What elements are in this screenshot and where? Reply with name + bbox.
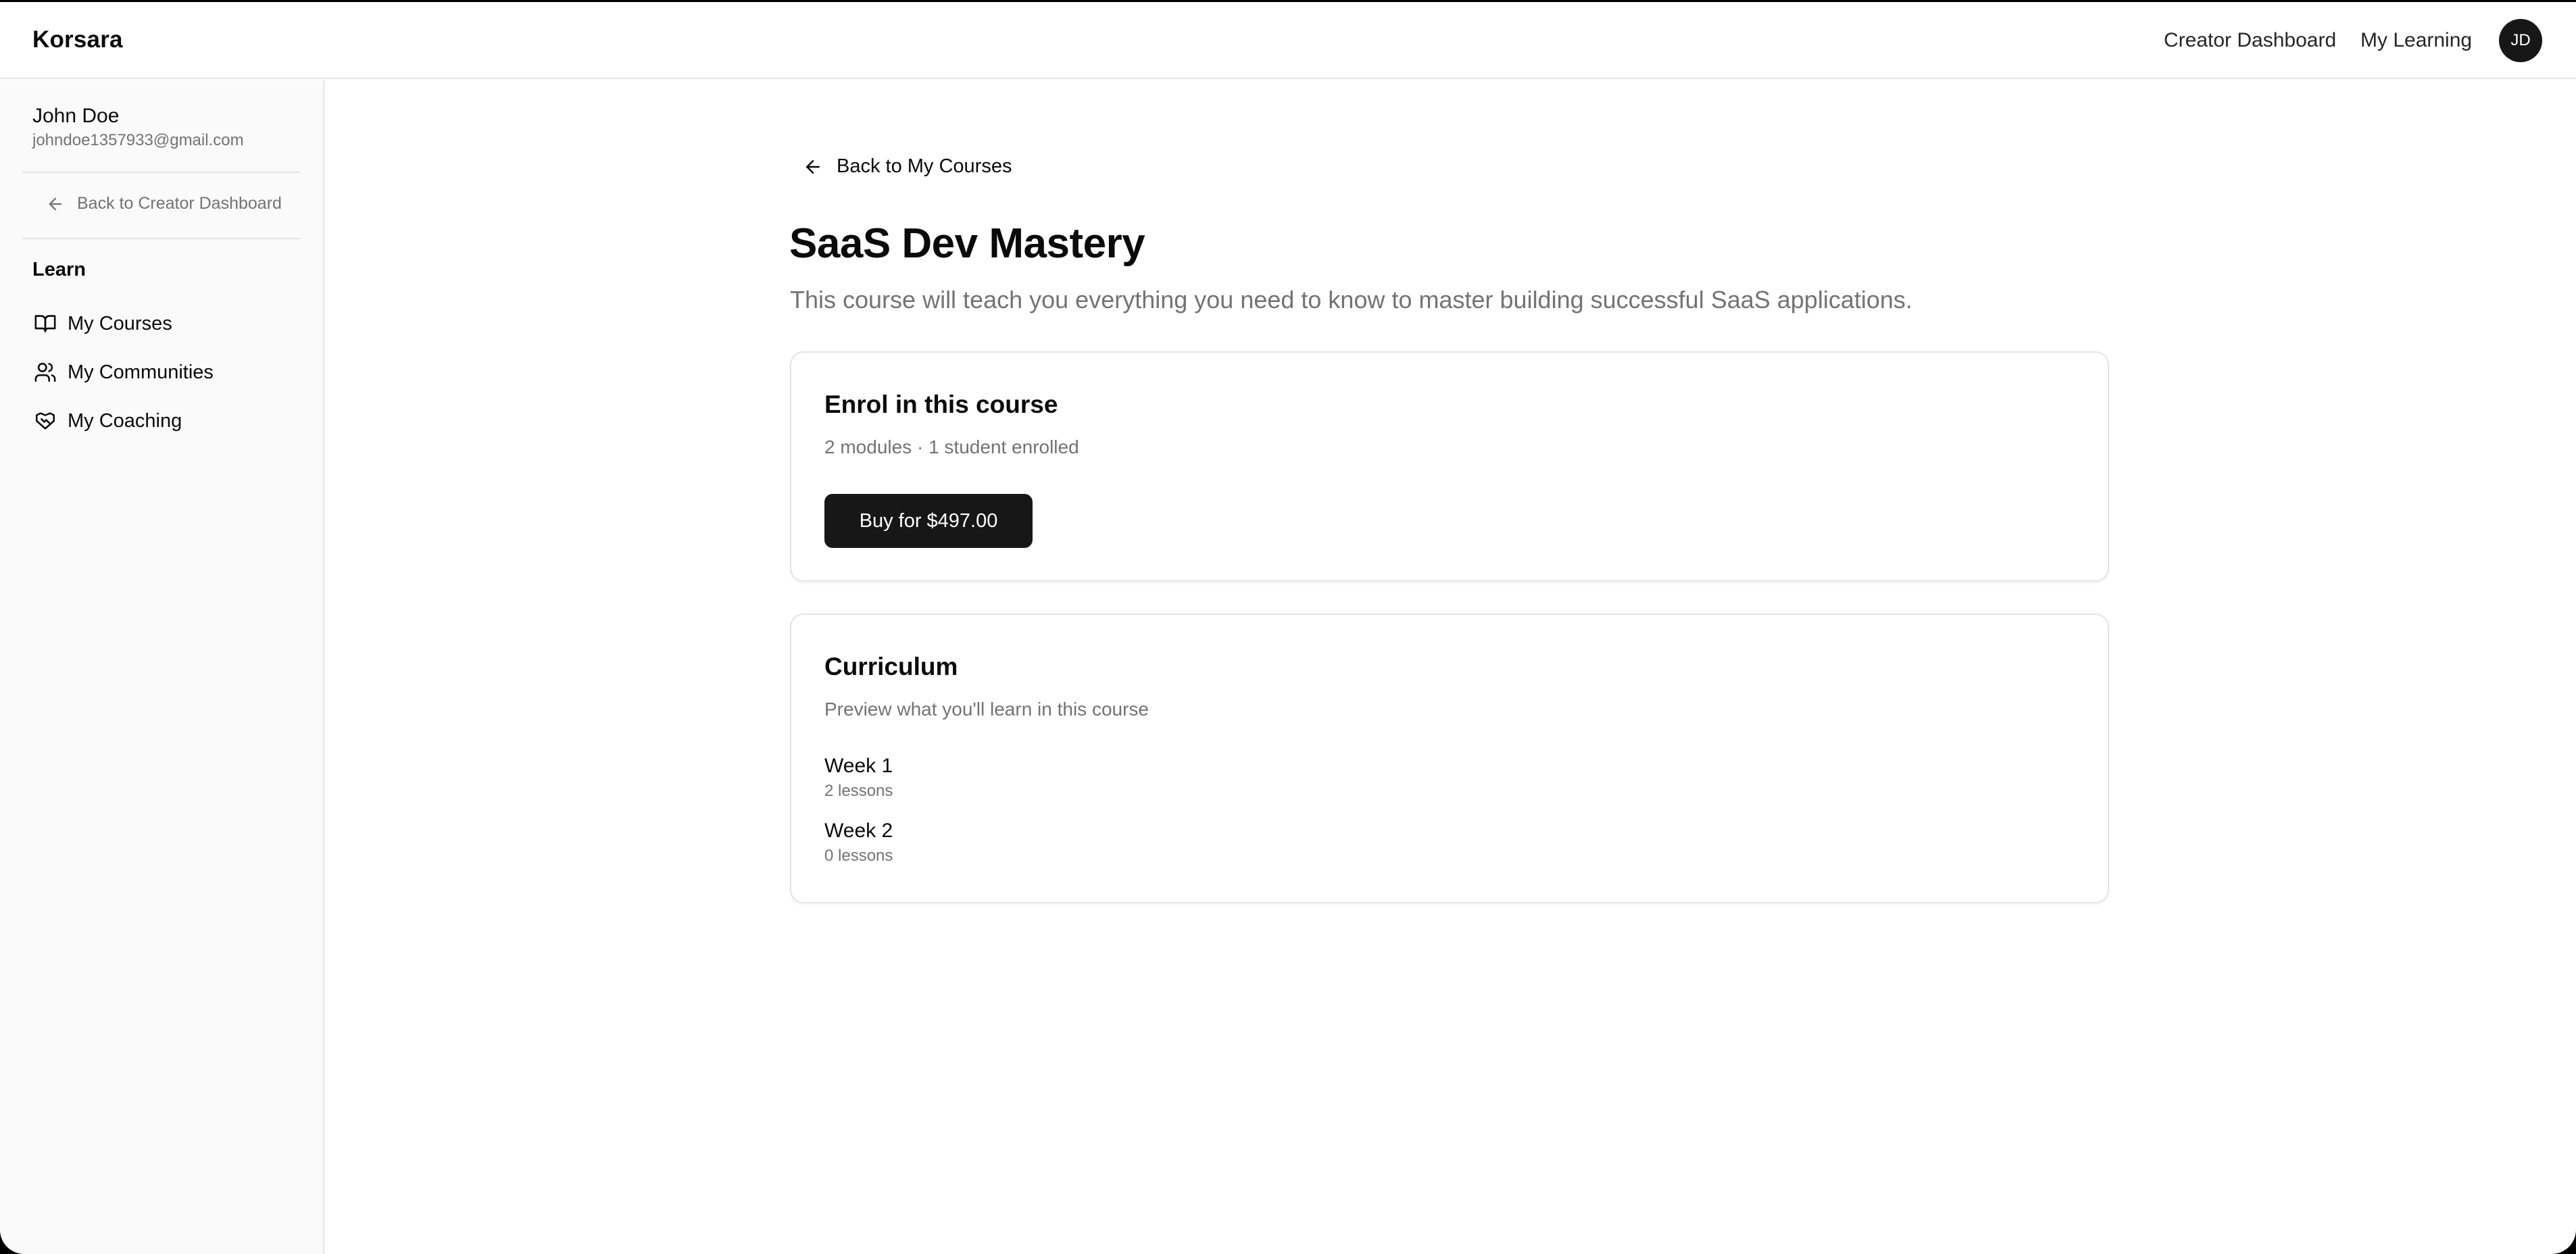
users-icon bbox=[34, 362, 56, 382]
course-description: This course will teach you everything yo… bbox=[790, 286, 1912, 314]
sidebar: John Doe johndoe1357933@gmail.com Back t… bbox=[0, 80, 324, 1254]
sidebar-item-label: My Courses bbox=[68, 312, 172, 334]
enrol-meta: 2 modules · 1 student enrolled bbox=[824, 436, 1079, 457]
curriculum-module: Week 1 2 lessons bbox=[824, 755, 893, 801]
sidebar-divider bbox=[22, 172, 301, 173]
arrow-left-icon bbox=[806, 159, 820, 174]
arrow-left-icon bbox=[49, 197, 62, 210]
back-to-creator-dashboard-link[interactable]: Back to Creator Dashboard bbox=[46, 194, 282, 214]
nav-my-learning[interactable]: My Learning bbox=[2360, 29, 2472, 52]
module-name: Week 2 bbox=[824, 820, 893, 842]
sidebar-divider bbox=[22, 238, 301, 239]
back-to-my-courses-label: Back to My Courses bbox=[837, 155, 1012, 177]
handshake-icon bbox=[35, 412, 55, 430]
sidebar-item-label: My Communities bbox=[68, 361, 214, 383]
sidebar-item-my-courses[interactable]: My Courses bbox=[34, 312, 172, 335]
curriculum-card: Curriculum Preview what you'll learn in … bbox=[790, 613, 2109, 903]
back-to-my-courses-link[interactable]: Back to My Courses bbox=[803, 155, 1012, 178]
book-open-icon bbox=[34, 315, 56, 332]
module-lesson-count: 0 lessons bbox=[824, 847, 893, 865]
avatar[interactable]: JD bbox=[2499, 19, 2542, 62]
curriculum-title: Curriculum bbox=[824, 653, 958, 680]
enrol-card-title: Enrol in this course bbox=[824, 391, 1058, 418]
module-lesson-count: 2 lessons bbox=[824, 782, 893, 800]
sidebar-item-my-coaching[interactable]: My Coaching bbox=[34, 409, 182, 432]
app-window: Korsara Creator Dashboard My Learning JD… bbox=[0, 2, 2576, 1254]
top-navbar: Korsara Creator Dashboard My Learning JD bbox=[0, 2, 2576, 79]
user-email: johndoe1357933@gmail.com bbox=[32, 131, 244, 149]
sidebar-item-my-communities[interactable]: My Communities bbox=[34, 361, 214, 384]
curriculum-module: Week 2 0 lessons bbox=[824, 820, 893, 866]
user-name: John Doe bbox=[32, 105, 120, 127]
sidebar-section-learn: Learn bbox=[32, 259, 86, 280]
sidebar-item-label: My Coaching bbox=[68, 409, 182, 432]
page-title: SaaS Dev Mastery bbox=[789, 220, 1145, 267]
buy-button[interactable]: Buy for $497.00 bbox=[824, 494, 1033, 548]
curriculum-subtitle: Preview what you'll learn in this course bbox=[824, 699, 1149, 720]
brand-logo[interactable]: Korsara bbox=[32, 26, 123, 53]
module-name: Week 1 bbox=[824, 755, 893, 777]
nav-creator-dashboard[interactable]: Creator Dashboard bbox=[2164, 29, 2336, 52]
back-to-creator-dashboard-label: Back to Creator Dashboard bbox=[77, 194, 282, 213]
enrol-card: Enrol in this course 2 modules · 1 stude… bbox=[790, 351, 2109, 582]
